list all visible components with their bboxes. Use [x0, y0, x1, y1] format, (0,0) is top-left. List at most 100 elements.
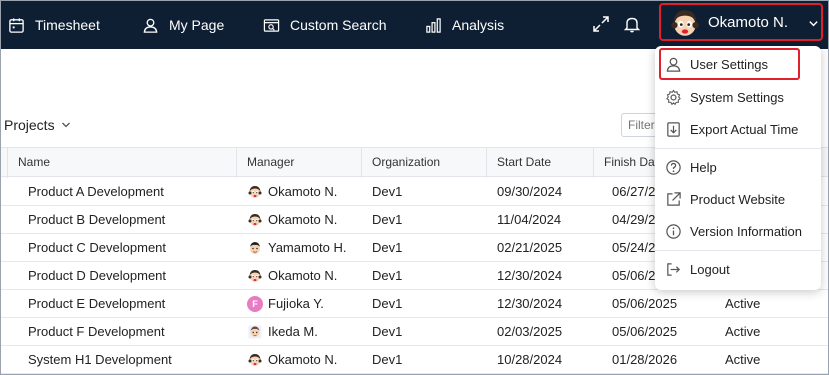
- avatar: [247, 184, 263, 200]
- menu-item-logout[interactable]: Logout: [655, 255, 821, 283]
- finish-date: 05/06/2025: [612, 296, 678, 311]
- avatar: [247, 240, 263, 256]
- bar-chart-icon: [426, 17, 441, 33]
- project-name[interactable]: Product B Development: [28, 206, 165, 234]
- chevron-down-icon: [809, 21, 818, 27]
- help-icon: [666, 159, 681, 175]
- bell-icon[interactable]: [623, 15, 641, 33]
- project-name[interactable]: System H1 Development: [28, 346, 172, 374]
- nav-my-page-label: My Page: [169, 17, 225, 33]
- manager-name: Okamoto N.: [268, 184, 338, 199]
- manager-cell: F Fujioka Y.: [247, 290, 324, 318]
- export-icon: [667, 121, 680, 137]
- status: Active: [725, 296, 761, 311]
- projects-label: Projects: [4, 117, 55, 133]
- avatar: F: [247, 296, 263, 312]
- menu-divider: [655, 250, 821, 251]
- organization: Dev1: [372, 268, 403, 283]
- avatar: [247, 212, 263, 228]
- menu-item-system-settings[interactable]: System Settings: [655, 83, 821, 111]
- menu-item-help[interactable]: Help: [655, 153, 821, 181]
- project-name[interactable]: Product D Development: [28, 262, 166, 290]
- manager-cell: Ikeda M.: [247, 318, 318, 346]
- avatar: [668, 6, 702, 40]
- table-row[interactable]: Product F Development Ikeda M. Dev1 02/0…: [1, 318, 828, 346]
- organization: Dev1: [372, 212, 403, 227]
- column-header-organization[interactable]: Organization: [361, 148, 486, 178]
- nav-timesheet[interactable]: Timesheet: [8, 1, 100, 49]
- organization: Dev1: [372, 324, 403, 339]
- manager-name: Ikeda M.: [268, 324, 318, 339]
- column-header-manager[interactable]: Manager: [236, 148, 361, 178]
- calendar-icon: [9, 17, 24, 33]
- menu-item-export-actual-time[interactable]: Export Actual Time: [655, 115, 821, 143]
- manager-name: Okamoto N.: [268, 212, 338, 227]
- avatar: [247, 268, 263, 284]
- menu-item-version-information[interactable]: Version Information: [655, 217, 821, 245]
- manager-cell: Okamoto N.: [247, 206, 337, 234]
- manager-cell: Okamoto N.: [247, 178, 337, 206]
- start-date: 11/04/2024: [497, 212, 562, 227]
- start-date: 12/30/2024: [497, 268, 563, 283]
- nav-timesheet-label: Timesheet: [35, 17, 100, 33]
- project-name[interactable]: Product C Development: [28, 234, 166, 262]
- chevron-down-icon: [61, 122, 70, 128]
- nav-my-page[interactable]: My Page: [142, 1, 224, 49]
- person-icon: [143, 18, 158, 33]
- organization: Dev1: [372, 296, 403, 311]
- search-window-icon: [263, 18, 280, 32]
- nav-analysis-label: Analysis: [452, 17, 505, 33]
- nav-custom-search-label: Custom Search: [290, 17, 387, 33]
- avatar: [247, 324, 263, 340]
- menu-item-label: Export Actual Time: [690, 121, 799, 137]
- status: Active: [725, 352, 761, 367]
- column-header-start-date[interactable]: Start Date: [486, 148, 593, 178]
- menu-item-product-website[interactable]: Product Website: [655, 185, 821, 213]
- start-date: 12/30/2024: [497, 296, 563, 311]
- start-date: 10/28/2024: [497, 352, 563, 367]
- logout-icon: [667, 262, 681, 276]
- table-row[interactable]: System H1 Development Okamoto N. Dev1 10…: [1, 346, 828, 374]
- organization: Dev1: [372, 240, 403, 255]
- table-row[interactable]: Product E Development F Fujioka Y. Dev1 1…: [1, 290, 828, 318]
- start-date: 09/30/2024: [497, 184, 563, 199]
- user-icon: [666, 57, 681, 72]
- manager-cell: Yamamoto H.: [247, 234, 347, 262]
- gear-icon: [666, 88, 681, 105]
- avatar: [247, 352, 263, 368]
- nav-custom-search[interactable]: Custom Search: [263, 1, 386, 49]
- project-name[interactable]: Product F Development: [28, 318, 165, 346]
- project-name[interactable]: Product A Development: [28, 178, 164, 206]
- manager-cell: Okamoto N.: [247, 262, 337, 290]
- status: Active: [725, 324, 761, 339]
- project-name[interactable]: Product E Development: [28, 290, 165, 318]
- manager-cell: Okamoto N.: [247, 346, 337, 374]
- user-name: Okamoto N.: [708, 14, 789, 31]
- column-header-name[interactable]: Name: [7, 148, 236, 178]
- finish-date: 05/06/2025: [612, 324, 678, 339]
- manager-name: Okamoto N.: [268, 268, 338, 283]
- organization: Dev1: [372, 352, 403, 367]
- menu-item-label: System Settings: [690, 89, 784, 105]
- menu-item-user-settings[interactable]: User Settings: [659, 48, 800, 80]
- user-menu-button[interactable]: Okamoto N.: [659, 3, 823, 41]
- manager-name: Fujioka Y.: [268, 296, 324, 311]
- external-link-icon: [667, 191, 681, 206]
- top-nav-bar: Timesheet My Page Custom Search Analysis…: [1, 1, 828, 49]
- info-icon: [666, 223, 681, 239]
- nav-analysis[interactable]: Analysis: [425, 1, 504, 49]
- organization: Dev1: [372, 184, 403, 199]
- user-dropdown-menu: User Settings System Settings Export Act…: [655, 46, 821, 290]
- menu-item-label: Product Website: [690, 191, 786, 207]
- manager-name: Yamamoto H.: [268, 240, 347, 255]
- start-date: 02/03/2025: [497, 324, 563, 339]
- menu-divider: [655, 148, 821, 149]
- menu-item-label: Help: [690, 159, 717, 175]
- menu-item-label: User Settings: [690, 56, 769, 72]
- finish-date: 01/28/2026: [612, 352, 678, 367]
- manager-name: Okamoto N.: [268, 352, 338, 367]
- start-date: 02/21/2025: [497, 240, 563, 255]
- expand-icon[interactable]: [592, 15, 610, 33]
- projects-dropdown[interactable]: Projects: [4, 117, 71, 133]
- menu-item-label: Version Information: [690, 223, 803, 239]
